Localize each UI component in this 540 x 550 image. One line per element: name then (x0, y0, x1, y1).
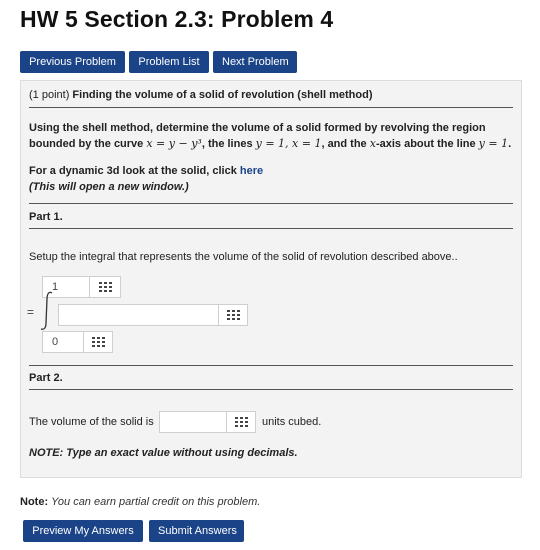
grid-icon[interactable] (83, 331, 113, 353)
page-title: HW 5 Section 2.3: Problem 4 (20, 6, 334, 32)
equals-sign: = (27, 305, 35, 319)
volume-label: The volume of the solid is (29, 416, 154, 428)
dynamic-3d-note: For a dynamic 3d look at the solid, clic… (29, 165, 264, 193)
integral-sign-icon (40, 291, 53, 330)
divider (29, 228, 513, 229)
grid-icon[interactable] (226, 411, 256, 433)
problem-panel: (1 point) Finding the volume of a solid … (20, 80, 522, 478)
integrand-input[interactable] (58, 304, 220, 326)
problem-list-button[interactable]: Problem List (129, 51, 209, 73)
boundary-lines: y = 1, x = 1 (255, 137, 322, 150)
submit-answers-button[interactable]: Submit Answers (149, 520, 244, 542)
new-window-note: (This will open a new window.) (29, 181, 189, 193)
grid-icon[interactable] (89, 276, 121, 298)
lower-limit-input[interactable]: 0 (42, 331, 85, 353)
problem-statement: Using the shell method, determine the vo… (29, 122, 512, 150)
partial-credit-note: Note: You can earn partial credit on thi… (20, 496, 261, 508)
part1-instruction: Setup the integral that represents the v… (29, 251, 458, 263)
divider (29, 203, 513, 204)
volume-input[interactable] (159, 411, 228, 433)
divider (29, 107, 513, 108)
problem-points: (1 point) (29, 89, 70, 101)
problem-heading-text: Finding the volume of a solid of revolut… (72, 89, 373, 101)
curve-equation: x = y − y³ (146, 137, 202, 150)
part2-label: Part 2. (29, 372, 63, 384)
dynamic-3d-link[interactable]: here (240, 165, 263, 177)
grid-icon[interactable] (218, 304, 248, 326)
units-label: units cubed. (262, 416, 322, 428)
divider (29, 365, 513, 366)
divider (29, 389, 513, 390)
answer-actions: Preview My Answers Submit Answers (23, 520, 244, 542)
part1-label: Part 1. (29, 211, 63, 223)
problem-nav: Previous Problem Problem List Next Probl… (20, 51, 297, 73)
exact-value-note: NOTE: Type an exact value without using … (29, 447, 298, 459)
rotation-line: y = 1 (478, 137, 509, 150)
next-problem-button[interactable]: Next Problem (213, 51, 297, 73)
problem-heading: (1 point) Finding the volume of a solid … (29, 89, 372, 101)
preview-answers-button[interactable]: Preview My Answers (23, 520, 143, 542)
previous-problem-button[interactable]: Previous Problem (20, 51, 125, 73)
